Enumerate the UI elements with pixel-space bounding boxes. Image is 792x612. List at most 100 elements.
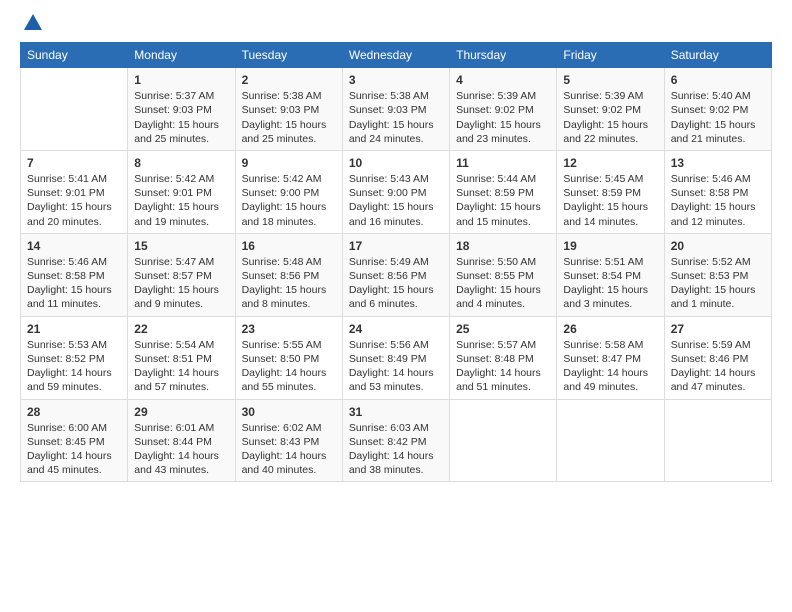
day-number: 22 <box>134 321 228 337</box>
calendar-cell: 22Sunrise: 5:54 AM Sunset: 8:51 PM Dayli… <box>128 316 235 399</box>
day-info: Sunrise: 6:03 AM Sunset: 8:42 PM Dayligh… <box>349 421 443 478</box>
day-info: Sunrise: 5:52 AM Sunset: 8:53 PM Dayligh… <box>671 255 765 312</box>
calendar-cell: 13Sunrise: 5:46 AM Sunset: 8:58 PM Dayli… <box>664 150 771 233</box>
day-info: Sunrise: 5:49 AM Sunset: 8:56 PM Dayligh… <box>349 255 443 312</box>
day-info: Sunrise: 5:42 AM Sunset: 9:01 PM Dayligh… <box>134 172 228 229</box>
day-info: Sunrise: 5:46 AM Sunset: 8:58 PM Dayligh… <box>671 172 765 229</box>
calendar-cell: 2Sunrise: 5:38 AM Sunset: 9:03 PM Daylig… <box>235 68 342 151</box>
day-info: Sunrise: 5:45 AM Sunset: 8:59 PM Dayligh… <box>563 172 657 229</box>
calendar-cell: 21Sunrise: 5:53 AM Sunset: 8:52 PM Dayli… <box>21 316 128 399</box>
day-info: Sunrise: 5:50 AM Sunset: 8:55 PM Dayligh… <box>456 255 550 312</box>
calendar-table: SundayMondayTuesdayWednesdayThursdayFrid… <box>20 42 772 482</box>
day-number: 26 <box>563 321 657 337</box>
day-number: 5 <box>563 72 657 88</box>
calendar-cell: 29Sunrise: 6:01 AM Sunset: 8:44 PM Dayli… <box>128 399 235 482</box>
day-info: Sunrise: 5:53 AM Sunset: 8:52 PM Dayligh… <box>27 338 121 395</box>
day-number: 6 <box>671 72 765 88</box>
calendar-cell: 20Sunrise: 5:52 AM Sunset: 8:53 PM Dayli… <box>664 233 771 316</box>
logo <box>20 16 44 34</box>
day-number: 15 <box>134 238 228 254</box>
calendar-cell: 24Sunrise: 5:56 AM Sunset: 8:49 PM Dayli… <box>342 316 449 399</box>
calendar-week-row: 14Sunrise: 5:46 AM Sunset: 8:58 PM Dayli… <box>21 233 772 316</box>
day-number: 1 <box>134 72 228 88</box>
calendar-cell: 11Sunrise: 5:44 AM Sunset: 8:59 PM Dayli… <box>450 150 557 233</box>
day-number: 3 <box>349 72 443 88</box>
day-number: 11 <box>456 155 550 171</box>
day-number: 31 <box>349 404 443 420</box>
day-info: Sunrise: 5:38 AM Sunset: 9:03 PM Dayligh… <box>242 89 336 146</box>
day-info: Sunrise: 5:57 AM Sunset: 8:48 PM Dayligh… <box>456 338 550 395</box>
calendar-cell <box>557 399 664 482</box>
calendar-cell: 25Sunrise: 5:57 AM Sunset: 8:48 PM Dayli… <box>450 316 557 399</box>
day-number: 17 <box>349 238 443 254</box>
day-number: 25 <box>456 321 550 337</box>
calendar-cell: 15Sunrise: 5:47 AM Sunset: 8:57 PM Dayli… <box>128 233 235 316</box>
calendar-week-row: 1Sunrise: 5:37 AM Sunset: 9:03 PM Daylig… <box>21 68 772 151</box>
calendar-cell: 9Sunrise: 5:42 AM Sunset: 9:00 PM Daylig… <box>235 150 342 233</box>
calendar-cell: 17Sunrise: 5:49 AM Sunset: 8:56 PM Dayli… <box>342 233 449 316</box>
day-info: Sunrise: 5:37 AM Sunset: 9:03 PM Dayligh… <box>134 89 228 146</box>
weekday-header-friday: Friday <box>557 43 664 68</box>
day-number: 29 <box>134 404 228 420</box>
day-number: 12 <box>563 155 657 171</box>
day-info: Sunrise: 5:47 AM Sunset: 8:57 PM Dayligh… <box>134 255 228 312</box>
calendar-cell: 28Sunrise: 6:00 AM Sunset: 8:45 PM Dayli… <box>21 399 128 482</box>
weekday-header-thursday: Thursday <box>450 43 557 68</box>
day-number: 16 <box>242 238 336 254</box>
calendar-cell: 3Sunrise: 5:38 AM Sunset: 9:03 PM Daylig… <box>342 68 449 151</box>
day-info: Sunrise: 5:55 AM Sunset: 8:50 PM Dayligh… <box>242 338 336 395</box>
calendar-week-row: 7Sunrise: 5:41 AM Sunset: 9:01 PM Daylig… <box>21 150 772 233</box>
day-info: Sunrise: 5:48 AM Sunset: 8:56 PM Dayligh… <box>242 255 336 312</box>
weekday-header-tuesday: Tuesday <box>235 43 342 68</box>
day-info: Sunrise: 6:01 AM Sunset: 8:44 PM Dayligh… <box>134 421 228 478</box>
page: SundayMondayTuesdayWednesdayThursdayFrid… <box>0 0 792 492</box>
header <box>20 16 772 34</box>
day-info: Sunrise: 5:39 AM Sunset: 9:02 PM Dayligh… <box>456 89 550 146</box>
day-number: 4 <box>456 72 550 88</box>
calendar-cell <box>664 399 771 482</box>
day-number: 30 <box>242 404 336 420</box>
weekday-header-sunday: Sunday <box>21 43 128 68</box>
calendar-cell: 31Sunrise: 6:03 AM Sunset: 8:42 PM Dayli… <box>342 399 449 482</box>
day-info: Sunrise: 5:58 AM Sunset: 8:47 PM Dayligh… <box>563 338 657 395</box>
day-number: 13 <box>671 155 765 171</box>
day-number: 27 <box>671 321 765 337</box>
calendar-week-row: 21Sunrise: 5:53 AM Sunset: 8:52 PM Dayli… <box>21 316 772 399</box>
calendar-cell <box>21 68 128 151</box>
day-info: Sunrise: 6:00 AM Sunset: 8:45 PM Dayligh… <box>27 421 121 478</box>
day-number: 9 <box>242 155 336 171</box>
day-number: 24 <box>349 321 443 337</box>
calendar-cell: 10Sunrise: 5:43 AM Sunset: 9:00 PM Dayli… <box>342 150 449 233</box>
day-info: Sunrise: 5:44 AM Sunset: 8:59 PM Dayligh… <box>456 172 550 229</box>
calendar-cell: 12Sunrise: 5:45 AM Sunset: 8:59 PM Dayli… <box>557 150 664 233</box>
weekday-header-monday: Monday <box>128 43 235 68</box>
day-number: 23 <box>242 321 336 337</box>
logo-icon <box>22 12 44 34</box>
day-info: Sunrise: 5:56 AM Sunset: 8:49 PM Dayligh… <box>349 338 443 395</box>
calendar-cell: 7Sunrise: 5:41 AM Sunset: 9:01 PM Daylig… <box>21 150 128 233</box>
day-number: 18 <box>456 238 550 254</box>
calendar-week-row: 28Sunrise: 6:00 AM Sunset: 8:45 PM Dayli… <box>21 399 772 482</box>
day-info: Sunrise: 5:46 AM Sunset: 8:58 PM Dayligh… <box>27 255 121 312</box>
weekday-header-saturday: Saturday <box>664 43 771 68</box>
calendar-cell: 30Sunrise: 6:02 AM Sunset: 8:43 PM Dayli… <box>235 399 342 482</box>
day-number: 2 <box>242 72 336 88</box>
calendar-cell: 27Sunrise: 5:59 AM Sunset: 8:46 PM Dayli… <box>664 316 771 399</box>
calendar-cell: 16Sunrise: 5:48 AM Sunset: 8:56 PM Dayli… <box>235 233 342 316</box>
day-info: Sunrise: 5:43 AM Sunset: 9:00 PM Dayligh… <box>349 172 443 229</box>
weekday-header-row: SundayMondayTuesdayWednesdayThursdayFrid… <box>21 43 772 68</box>
calendar-cell: 19Sunrise: 5:51 AM Sunset: 8:54 PM Dayli… <box>557 233 664 316</box>
day-number: 19 <box>563 238 657 254</box>
day-number: 20 <box>671 238 765 254</box>
day-info: Sunrise: 5:54 AM Sunset: 8:51 PM Dayligh… <box>134 338 228 395</box>
calendar-cell: 26Sunrise: 5:58 AM Sunset: 8:47 PM Dayli… <box>557 316 664 399</box>
calendar-cell: 4Sunrise: 5:39 AM Sunset: 9:02 PM Daylig… <box>450 68 557 151</box>
day-info: Sunrise: 5:39 AM Sunset: 9:02 PM Dayligh… <box>563 89 657 146</box>
calendar-cell <box>450 399 557 482</box>
calendar-cell: 5Sunrise: 5:39 AM Sunset: 9:02 PM Daylig… <box>557 68 664 151</box>
weekday-header-wednesday: Wednesday <box>342 43 449 68</box>
day-info: Sunrise: 5:42 AM Sunset: 9:00 PM Dayligh… <box>242 172 336 229</box>
calendar-cell: 18Sunrise: 5:50 AM Sunset: 8:55 PM Dayli… <box>450 233 557 316</box>
day-number: 28 <box>27 404 121 420</box>
day-number: 21 <box>27 321 121 337</box>
